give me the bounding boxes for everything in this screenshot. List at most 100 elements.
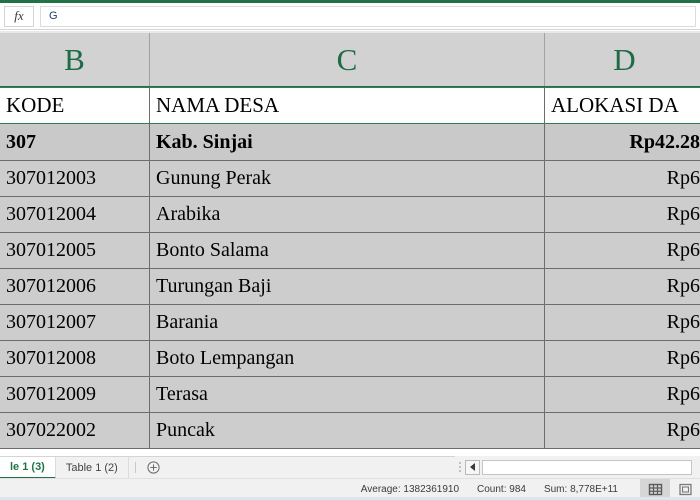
- cell-nama-desa[interactable]: Gunung Perak: [150, 161, 545, 197]
- table-header-row: KODE NAMA DESA ALOKASI DA: [0, 87, 700, 124]
- table-row: 307012006 Turungan Baji Rp6: [0, 269, 700, 305]
- excel-window: fx G B C D KODE NAMA DESA ALOKASI DA 307…: [0, 0, 700, 500]
- cell-nama-desa-text: Boto Lempangan: [156, 347, 295, 369]
- cell-alokasi[interactable]: Rp6: [545, 197, 700, 233]
- cell-nama-desa-text: Gunung Perak: [156, 167, 271, 189]
- cell-nama-desa-text: Turungan Baji: [156, 275, 272, 297]
- cell-header-kode-text: KODE: [6, 93, 65, 117]
- cell-kode-text: 307012003: [6, 167, 96, 189]
- cell-alokasi-text: Rp6: [666, 383, 700, 405]
- cell-kode[interactable]: 307012004: [0, 197, 150, 233]
- sheet-tab-active-label: le 1 (3): [10, 461, 45, 473]
- column-header-c-label: C: [336, 42, 358, 77]
- status-count[interactable]: Count: 984: [477, 484, 526, 495]
- formula-bar: fx G: [0, 3, 700, 30]
- cell-kode[interactable]: 307022002: [0, 413, 150, 449]
- formula-input-value: G: [49, 10, 58, 22]
- cell-kode[interactable]: 307012007: [0, 305, 150, 341]
- cell-subtotal-alokasi[interactable]: Rp42.28: [545, 124, 700, 161]
- sheet-tabs: le 1 (3) Table 1 (2): [0, 457, 129, 479]
- cell-kode-text: 307012005: [6, 239, 96, 261]
- cell-subtotal-alokasi-text: Rp42.28: [629, 130, 700, 153]
- cell-alokasi[interactable]: Rp6: [545, 305, 700, 341]
- cell-kode-text: 307012006: [6, 275, 96, 297]
- cell-subtotal-kode-text: 307: [6, 130, 36, 153]
- table-subtotal-row: 307 Kab. Sinjai Rp42.28: [0, 124, 700, 161]
- status-sum[interactable]: Sum: 8,778E+11: [544, 484, 618, 495]
- column-header-b-label: B: [64, 42, 85, 77]
- sheet-tab-table1-2-label: Table 1 (2): [65, 462, 118, 474]
- cell-nama-desa[interactable]: Puncak: [150, 413, 545, 449]
- cell-kode[interactable]: 307012005: [0, 233, 150, 269]
- cell-header-nama-desa-text: NAMA DESA: [156, 93, 280, 117]
- cell-alokasi-text: Rp6: [666, 275, 700, 297]
- table-row: 307012004 Arabika Rp6: [0, 197, 700, 233]
- cell-alokasi-text: Rp6: [666, 347, 700, 369]
- cell-nama-desa-text: Puncak: [156, 419, 215, 441]
- cell-nama-desa-text: Barania: [156, 311, 219, 333]
- table-row: 307022002 Puncak Rp6: [0, 413, 700, 449]
- cell-alokasi[interactable]: Rp6: [545, 233, 700, 269]
- column-header-d-label: D: [613, 42, 636, 77]
- cell-subtotal-kode[interactable]: 307: [0, 124, 150, 161]
- cell-alokasi[interactable]: Rp6: [545, 341, 700, 377]
- cell-kode-text: 307012008: [6, 347, 96, 369]
- cell-kode-text: 307012004: [6, 203, 96, 225]
- cell-alokasi[interactable]: Rp6: [545, 161, 700, 197]
- cell-nama-desa-text: Bonto Salama: [156, 239, 269, 261]
- grid-icon: [648, 483, 662, 496]
- table-row: 307012003 Gunung Perak Rp6: [0, 161, 700, 197]
- scroll-left-arrow-icon: [470, 463, 475, 471]
- sheet-tab-active[interactable]: le 1 (3): [0, 457, 56, 479]
- column-header-d[interactable]: D: [545, 33, 700, 86]
- cell-kode-text: 307022002: [6, 419, 96, 441]
- formula-input[interactable]: G: [40, 5, 696, 27]
- cell-alokasi-text: Rp6: [666, 239, 700, 261]
- column-header-c[interactable]: C: [150, 33, 545, 86]
- cell-nama-desa[interactable]: Bonto Salama: [150, 233, 545, 269]
- table-row: 307012007 Barania Rp6: [0, 305, 700, 341]
- cell-kode[interactable]: 307012006: [0, 269, 150, 305]
- insert-function-icon[interactable]: fx: [4, 5, 34, 27]
- cell-header-alokasi-text: ALOKASI DA: [551, 93, 679, 117]
- tab-divider: [134, 462, 136, 473]
- table-row: 307012008 Boto Lempangan Rp6: [0, 341, 700, 377]
- cell-alokasi-text: Rp6: [666, 203, 700, 225]
- cell-alokasi-text: Rp6: [666, 419, 700, 441]
- cell-kode[interactable]: 307012009: [0, 377, 150, 413]
- fx-glyph: fx: [14, 8, 24, 23]
- cell-nama-desa-text: Arabika: [156, 203, 221, 225]
- cell-subtotal-nama-desa-text: Kab. Sinjai: [156, 130, 253, 153]
- table-row: 307012009 Terasa Rp6: [0, 377, 700, 413]
- sheet-tab-table1-2[interactable]: Table 1 (2): [55, 457, 129, 479]
- cell-kode[interactable]: 307012003: [0, 161, 150, 197]
- cell-alokasi[interactable]: Rp6: [545, 377, 700, 413]
- cell-kode-text: 307012007: [6, 311, 96, 333]
- cell-header-alokasi[interactable]: ALOKASI DA: [545, 87, 700, 124]
- cell-header-nama-desa[interactable]: NAMA DESA: [150, 87, 545, 124]
- cell-alokasi[interactable]: Rp6: [545, 269, 700, 305]
- cell-header-kode[interactable]: KODE: [0, 87, 150, 124]
- cell-alokasi[interactable]: Rp6: [545, 413, 700, 449]
- cell-alokasi-text: Rp6: [666, 167, 700, 189]
- column-header-b[interactable]: B: [0, 33, 150, 86]
- add-sheet-icon[interactable]: [142, 457, 166, 478]
- cell-subtotal-nama-desa[interactable]: Kab. Sinjai: [150, 124, 545, 161]
- table-row: 307012005 Bonto Salama Rp6: [0, 233, 700, 269]
- page-layout-icon: [678, 483, 692, 496]
- tab-resize-grip-icon[interactable]: [455, 462, 465, 472]
- column-headers: B C D: [0, 33, 700, 87]
- cell-nama-desa[interactable]: Boto Lempangan: [150, 341, 545, 377]
- cell-kode[interactable]: 307012008: [0, 341, 150, 377]
- cell-alokasi-text: Rp6: [666, 311, 700, 333]
- scroll-left-button[interactable]: [465, 459, 480, 475]
- horizontal-scroll-track[interactable]: [482, 459, 692, 475]
- horizontal-scrollbar-area: [455, 456, 700, 478]
- cell-nama-desa[interactable]: Barania: [150, 305, 545, 341]
- cell-nama-desa[interactable]: Turungan Baji: [150, 269, 545, 305]
- spreadsheet-grid[interactable]: KODE NAMA DESA ALOKASI DA 307 Kab. Sinja…: [0, 87, 700, 456]
- status-average[interactable]: Average: 1382361910: [361, 484, 459, 495]
- cell-nama-desa-text: Terasa: [156, 383, 208, 405]
- cell-nama-desa[interactable]: Terasa: [150, 377, 545, 413]
- cell-nama-desa[interactable]: Arabika: [150, 197, 545, 233]
